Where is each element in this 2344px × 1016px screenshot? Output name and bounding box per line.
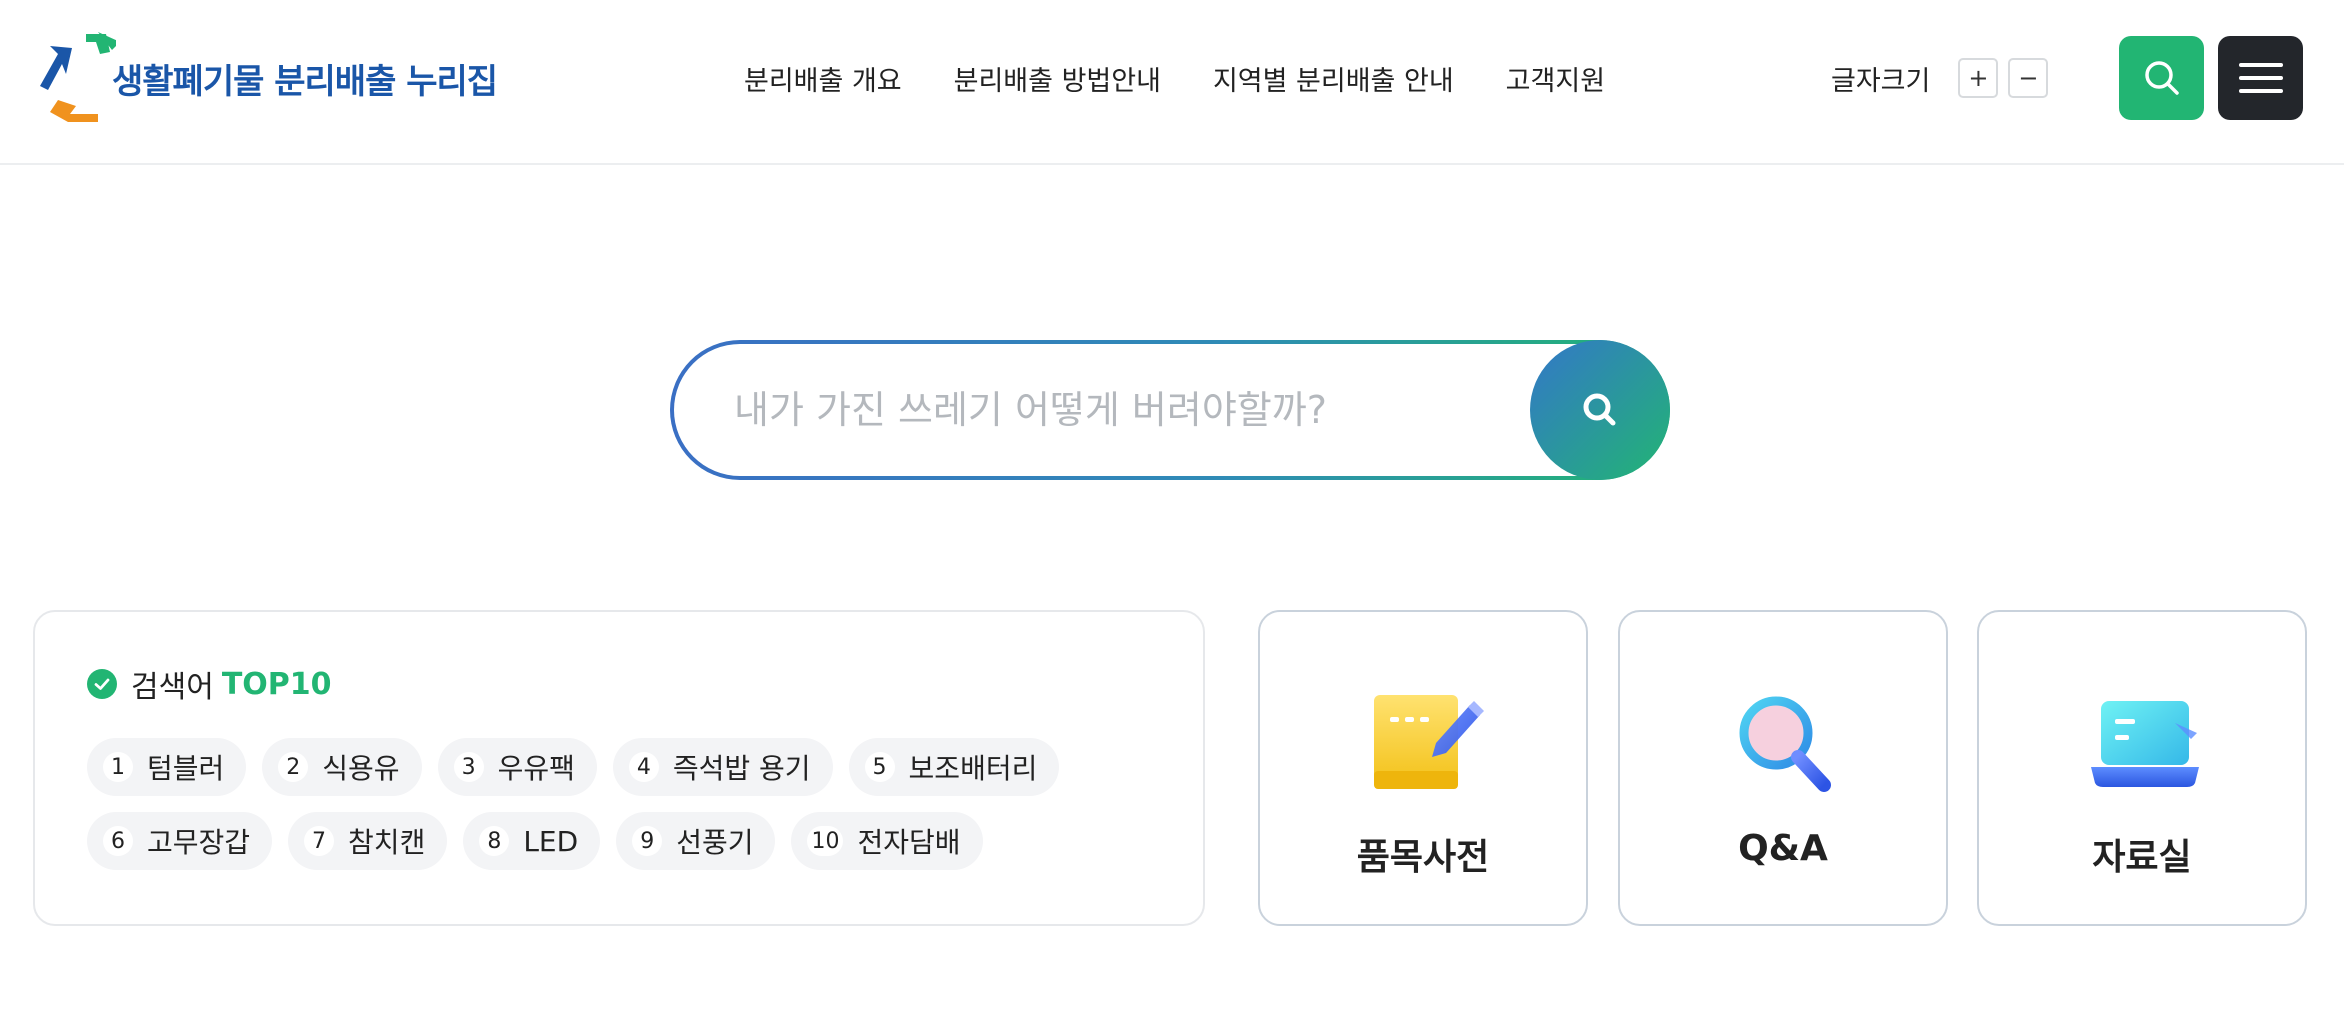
popular-search-chip[interactable]: 5 보조배터리 [848,738,1060,796]
popular-search-chip[interactable]: 4 즉석밥 용기 [612,738,833,796]
popular-search-row: 6 고무장갑 7 참치캔 8 LED 9 선풍기 10 전자담배 [87,812,1167,870]
hamburger-menu-icon [2238,63,2283,93]
popular-search-list: 1 텀블러 2 식용유 3 우유팩 4 즉석밥 용기 5 보조배터리 6 고무장… [87,738,1167,886]
chip-label: 선풍기 [676,826,754,859]
site-logo-text: 생활폐기물 분리배출 누리집 [112,61,498,102]
chip-label: 식용유 [322,752,400,785]
site-header: 생활폐기물 분리배출 누리집 분리배출 개요 분리배출 방법안내 지역별 분리배… [0,0,2344,165]
quick-card-label: Q&A [1738,828,1828,869]
notebook-pencil-icon [1374,695,1484,789]
chip-label: 텀블러 [147,752,225,785]
chip-rank: 8 [479,826,510,856]
nav-item-method-guide[interactable]: 분리배출 방법안내 [954,59,1161,98]
search-icon [2144,61,2179,95]
check-circle-icon [87,669,117,699]
popular-search-title: 검색어 TOP10 [87,664,332,705]
quick-card-item-dictionary[interactable]: 품목사전 [1258,610,1588,926]
font-size-increase-button[interactable]: + [1958,58,1999,98]
recycle-logo-icon [40,32,116,122]
chip-rank: 7 [304,826,335,856]
main-search-inner [674,340,1670,480]
magnifier-icon [1739,696,1831,792]
popular-search-chip[interactable]: 6 고무장갑 [87,812,273,870]
header-search-button[interactable] [2119,36,2204,120]
laptop-icon [2091,701,2199,787]
chip-rank: 5 [864,752,895,782]
font-size-label: 글자크기 [1831,65,1931,97]
chip-rank: 6 [103,826,133,856]
chip-label: 즉석밥 용기 [672,752,811,785]
chip-label: 고무장갑 [147,826,251,859]
chip-label: 참치캔 [348,826,426,859]
popular-search-chip[interactable]: 10 전자담배 [791,812,983,870]
search-icon [1583,393,1616,426]
quick-card-item-archive[interactable]: 자료실 [1977,610,2307,926]
quick-card-label: 자료실 [2092,837,2192,878]
popular-search-row: 1 텀블러 2 식용유 3 우유팩 4 즉석밥 용기 5 보조배터리 [87,738,1167,796]
main-search-input[interactable] [734,344,1534,476]
chip-label: LED [523,824,579,858]
popular-search-chip[interactable]: 9 선풍기 [616,812,776,870]
chip-label: 보조배터리 [908,752,1038,785]
chip-rank: 10 [807,826,844,856]
chip-label: 전자담배 [857,826,961,859]
header-menu-button[interactable] [2218,36,2303,120]
nav-item-customer-support[interactable]: 고객지원 [1506,59,1605,98]
font-size-decrease-button[interactable]: − [2008,58,2049,98]
chip-rank: 4 [628,752,659,782]
chip-label: 우유팩 [497,752,575,785]
main-search-box [670,340,1670,480]
nav-item-regional-guide[interactable]: 지역별 분리배출 안내 [1213,59,1454,98]
quick-card-label: 품목사전 [1356,837,1490,878]
popular-search-chip[interactable]: 8 LED [463,812,601,870]
chip-rank: 9 [632,826,663,856]
nav-item-overview[interactable]: 분리배출 개요 [744,59,902,98]
main-search-submit-button[interactable] [1530,340,1670,480]
popular-search-title-text: 검색어 [131,670,214,705]
chip-rank: 3 [453,752,484,782]
popular-search-chip[interactable]: 1 텀블러 [87,738,247,796]
site-logo[interactable]: 생활폐기물 분리배출 누리집 [36,28,498,128]
chip-rank: 1 [103,752,133,782]
popular-search-chip[interactable]: 3 우유팩 [437,738,597,796]
quick-card-item-qna[interactable]: Q&A [1618,610,1948,926]
chip-rank: 2 [278,752,309,782]
popular-search-panel: 검색어 TOP10 1 텀블러 2 식용유 3 우유팩 4 즉석밥 용기 5 보… [33,610,1205,926]
main-nav: 분리배출 개요 분리배출 방법안내 지역별 분리배출 안내 고객지원 [744,50,1605,106]
popular-search-chip[interactable]: 7 참치캔 [288,812,448,870]
popular-search-chip[interactable]: 2 식용유 [262,738,422,796]
popular-search-title-accent: TOP10 [221,666,332,702]
font-size-control: 글자크기 + − [1831,56,2049,100]
